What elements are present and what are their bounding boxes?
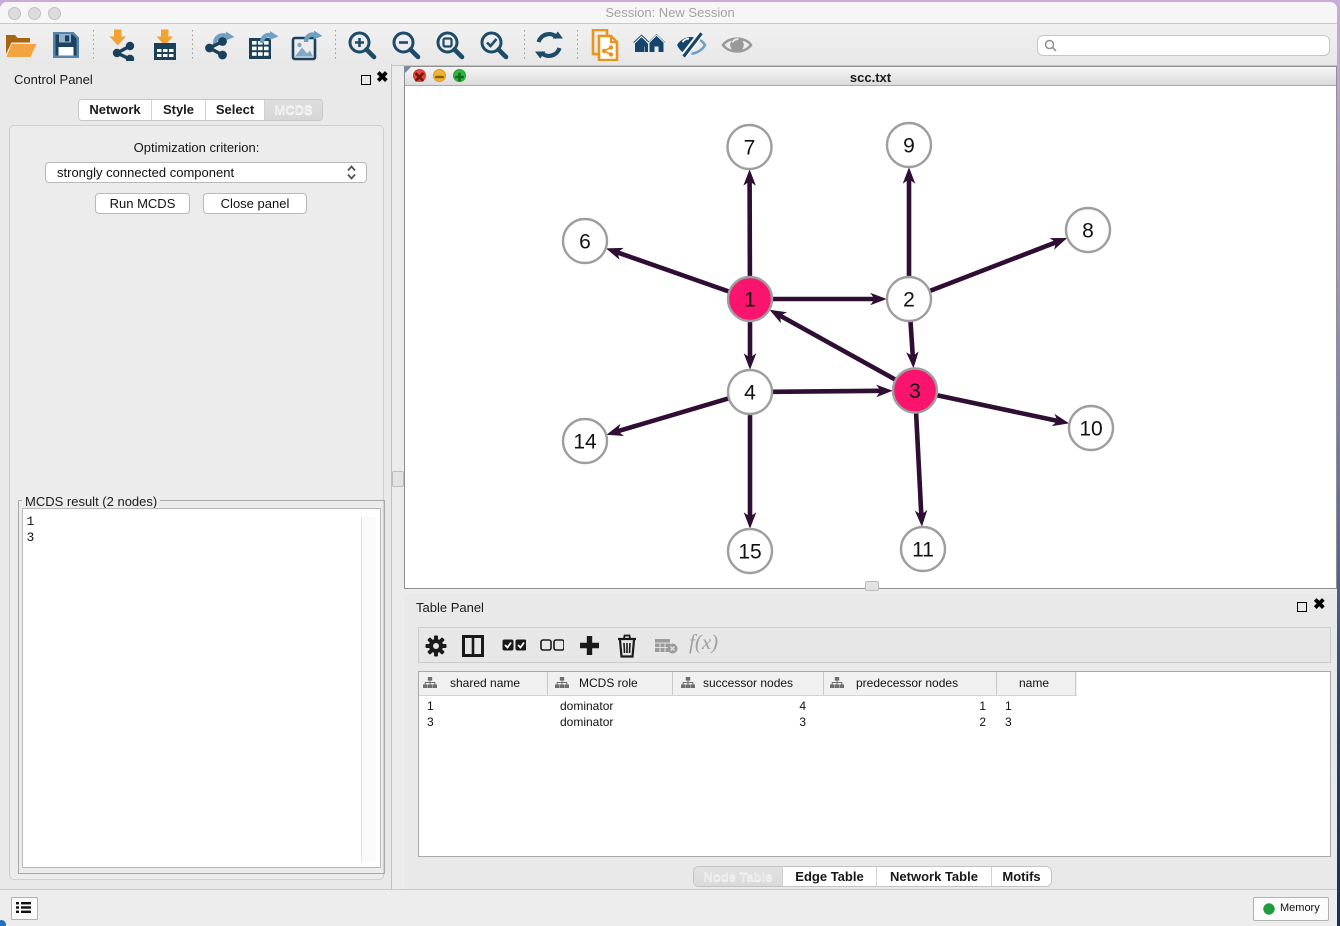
svg-text:7: 7: [744, 136, 756, 159]
svg-text:9: 9: [903, 134, 915, 157]
svg-text:10: 10: [1079, 417, 1102, 440]
svg-text:4: 4: [744, 381, 756, 404]
svg-text:6: 6: [579, 230, 591, 253]
svg-text:1: 1: [744, 288, 756, 311]
svg-text:8: 8: [1082, 219, 1094, 242]
svg-text:15: 15: [738, 540, 761, 563]
svg-text:2: 2: [903, 288, 915, 311]
svg-text:3: 3: [909, 380, 921, 403]
svg-text:11: 11: [912, 538, 934, 561]
svg-text:14: 14: [573, 430, 597, 453]
